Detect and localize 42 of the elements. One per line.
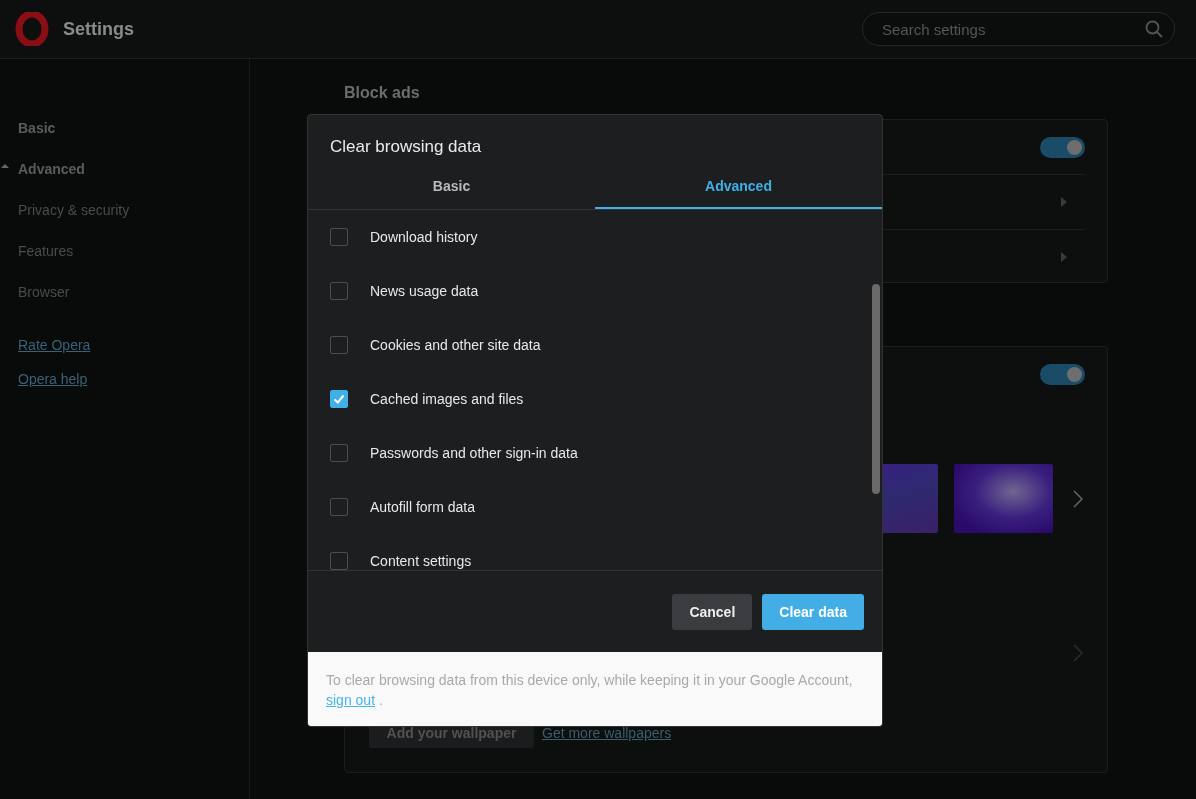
search-field[interactable]: Search settings [862,12,1175,46]
toggle-switch[interactable] [1040,136,1085,158]
checkbox[interactable] [330,390,348,408]
checkbox[interactable] [330,228,348,246]
tab[interactable]: Basic [308,164,595,209]
wallpapers-link[interactable]: Get more wallpapers [542,724,672,741]
checkbox[interactable] [330,444,348,462]
checkbox-label: Download history [370,229,478,245]
sidebar-link[interactable]: Rate Opera [18,337,91,353]
sidebar-item[interactable]: Basic [18,119,56,136]
clear-data-button[interactable]: Clear data [762,593,864,630]
checkbox-label: Passwords and other sign-in data [370,445,578,461]
toggle-switch[interactable] [1040,363,1085,385]
chevron-right-icon[interactable] [1061,197,1067,207]
dialog-title: Clear browsing data [329,136,483,158]
check-icon [332,392,346,406]
sidebar-item[interactable]: Advanced [18,160,85,177]
sidebar-item[interactable]: Browser [18,283,70,300]
sidebar-item[interactable]: Privacy & security [18,201,130,218]
checkbox[interactable] [330,498,348,516]
sidebar-item[interactable]: Features [18,242,74,259]
checkbox-label: Content settings [370,553,472,569]
checkbox-label: Autofill form data [370,499,476,515]
note-text: To clear browsing data from this device only, while keeping it in your Google Account, sign out . [326,671,854,710]
sign-out-link[interactable]: sign out [326,692,376,708]
section-heading: Block ads [344,84,421,103]
wallpaper-thumbnail[interactable] [954,464,1053,533]
checkbox[interactable] [330,282,348,300]
checkbox[interactable] [330,336,348,354]
tab[interactable]: Advanced [595,164,882,209]
logo-icon [15,12,49,46]
checkbox-label: Cookies and other site data [370,337,541,353]
sidebar-link[interactable]: Opera help [18,371,88,387]
search-icon [1145,20,1163,38]
checkbox[interactable] [330,552,348,570]
checkbox-label: Cached images and files [370,391,524,407]
page-title: Settings [63,18,134,40]
chevron-right-icon[interactable] [1073,489,1083,508]
checkbox-label: News usage data [370,283,479,299]
cancel-button[interactable]: Cancel [672,593,753,630]
scrollbar-thumb[interactable] [872,284,880,494]
chevron-right-icon[interactable] [1061,252,1067,262]
